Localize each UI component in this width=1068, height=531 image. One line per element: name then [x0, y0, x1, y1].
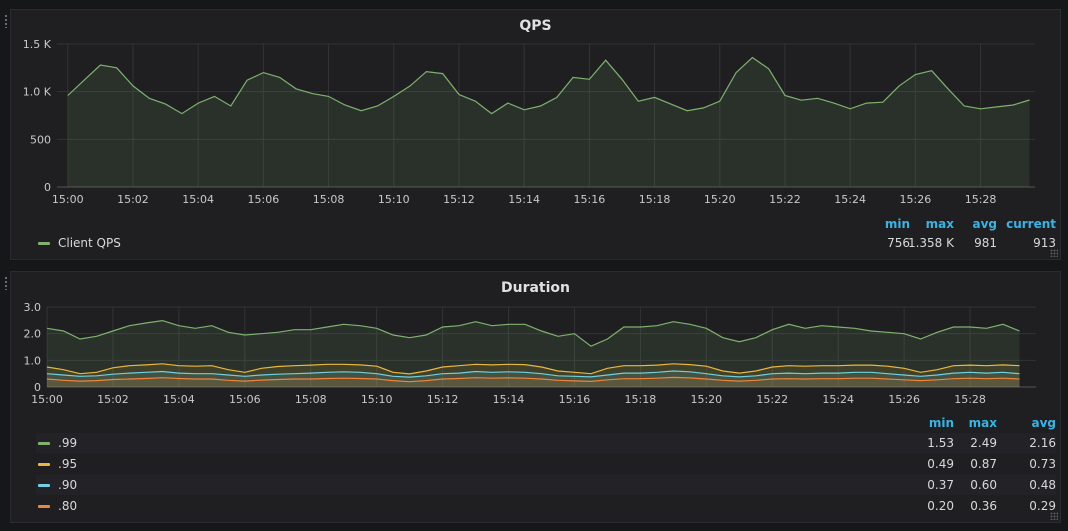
x-axis-tick-label: 15:08	[295, 393, 327, 406]
x-axis-tick-label: 15:06	[248, 193, 280, 206]
x-axis-tick-label: 15:22	[756, 393, 788, 406]
legend-header-min[interactable]: min	[885, 217, 910, 231]
qps-graph[interactable]: 0 500 1.0 K 1.5 K 15:00 15:02 15:04 15:06 15:08 1…	[11, 10, 1062, 215]
legend-value-avg: 0.48	[1029, 478, 1056, 492]
x-axis-tick-label: 15:28	[954, 393, 986, 406]
legend-series-name[interactable]: .90	[58, 475, 77, 495]
x-axis-tick-label: 15:00	[52, 193, 84, 206]
qps-legend: min max avg current Client QPS 756 1.358…	[36, 213, 1056, 255]
x-axis-tick-label: 15:12	[427, 393, 459, 406]
x-axis-tick-label: 15:02	[97, 393, 129, 406]
y-axis-tick-label: 1.0 K	[23, 86, 52, 99]
x-axis-tick-label: 15:20	[690, 393, 722, 406]
x-axis-tick-label: 15:20	[704, 193, 736, 206]
legend-value-min: 0.49	[927, 457, 954, 471]
x-axis-tick-label: 15:08	[313, 193, 345, 206]
legend-header-max[interactable]: max	[926, 217, 954, 231]
x-axis-tick-label: 15:10	[361, 393, 393, 406]
legend-value-max: 2.49	[970, 436, 997, 450]
y-axis-tick-label: 500	[30, 133, 51, 146]
drag-handle-icon[interactable]	[4, 14, 8, 28]
legend-header-min[interactable]: min	[929, 416, 954, 430]
x-axis-tick-label: 15:04	[163, 393, 195, 406]
x-axis-tick-label: 15:18	[639, 193, 671, 206]
legend-series-name[interactable]: .99	[58, 433, 77, 453]
legend-value-min: 0.20	[927, 499, 954, 513]
legend-item[interactable]: .99 1.53 2.49 2.16	[36, 433, 1056, 453]
resize-handle-icon[interactable]	[1050, 512, 1058, 520]
legend-value-avg: 2.16	[1029, 436, 1056, 450]
legend-value-avg: 0.73	[1029, 457, 1056, 471]
legend-value-max: 1.358 K	[907, 236, 954, 250]
legend-header-avg[interactable]: avg	[972, 217, 997, 231]
y-axis-tick-label: 2.0	[24, 328, 42, 341]
legend-item[interactable]: .80 0.20 0.36 0.29	[36, 496, 1056, 516]
legend-series-name[interactable]: .95	[58, 454, 77, 474]
x-axis-tick-label: 15:26	[888, 393, 920, 406]
y-axis-tick-label: 3.0	[24, 301, 42, 314]
series-color-swatch[interactable]	[38, 484, 50, 487]
x-axis-tick-label: 15:00	[31, 393, 63, 406]
legend-series-name[interactable]: .80	[58, 496, 77, 516]
legend-item[interactable]: .90 0.37 0.60 0.48	[36, 475, 1056, 495]
x-axis-tick-label: 15:10	[378, 193, 410, 206]
x-axis-tick-label: 15:06	[229, 393, 261, 406]
series-color-swatch[interactable]	[38, 442, 50, 445]
duration-panel: Duration 0 1.0 2.0 3.0 15:00 15:02 15:04 15:06 1…	[4, 271, 1062, 523]
legend-header-max[interactable]: max	[969, 416, 997, 430]
series-color-swatch[interactable]	[38, 242, 50, 245]
x-axis-tick-label: 15:24	[822, 393, 854, 406]
x-axis-tick-label: 15:12	[443, 193, 475, 206]
resize-handle-icon[interactable]	[1050, 249, 1058, 257]
x-axis-tick-label: 15:02	[117, 193, 149, 206]
legend-item[interactable]: Client QPS 756 1.358 K 981 913	[36, 233, 1056, 253]
x-axis-tick-label: 15:24	[834, 193, 866, 206]
duration-legend: min max avg .99 1.53 2.49 2.16 .95 0.49 …	[36, 412, 1056, 520]
x-axis-tick-label: 15:04	[182, 193, 214, 206]
legend-header-avg[interactable]: avg	[1031, 416, 1056, 430]
drag-handle-icon[interactable]	[4, 276, 8, 290]
y-axis-tick-label: 1.5 K	[23, 38, 52, 51]
series-color-swatch[interactable]	[38, 463, 50, 466]
x-axis-tick-label: 15:22	[769, 193, 801, 206]
legend-value-max: 0.60	[970, 478, 997, 492]
legend-header-current[interactable]: current	[1006, 217, 1056, 231]
legend-value-max: 0.87	[970, 457, 997, 471]
x-axis-tick-label: 15:14	[493, 393, 525, 406]
legend-item[interactable]: .95 0.49 0.87 0.73	[36, 454, 1056, 474]
x-axis-tick-label: 15:14	[508, 193, 540, 206]
x-axis-tick-label: 15:16	[559, 393, 591, 406]
qps-panel: QPS 0 500 1.0 K 1.5 K 15:00 15:02 15:04 15:06 15…	[4, 9, 1062, 260]
y-axis-tick-label: 1.0	[24, 354, 42, 367]
legend-value-avg: 981	[974, 236, 997, 250]
x-axis-tick-label: 15:16	[574, 193, 606, 206]
qps-series-fill	[67, 57, 1030, 187]
legend-series-name[interactable]: Client QPS	[58, 233, 121, 253]
legend-value-max: 0.36	[970, 499, 997, 513]
y-axis-tick-label: 0	[44, 181, 51, 194]
legend-value-min: 756	[887, 236, 910, 250]
duration-graph[interactable]: 01.02.03.015:00 15:02 15:04 15:06 15:08 15:10…	[11, 272, 1062, 412]
legend-value-min: 1.53	[927, 436, 954, 450]
x-axis-tick-label: 15:18	[625, 393, 657, 406]
series-color-swatch[interactable]	[38, 505, 50, 508]
legend-value-min: 0.37	[927, 478, 954, 492]
x-axis-tick-label: 15:26	[900, 193, 932, 206]
x-axis-tick-label: 15:28	[965, 193, 997, 206]
